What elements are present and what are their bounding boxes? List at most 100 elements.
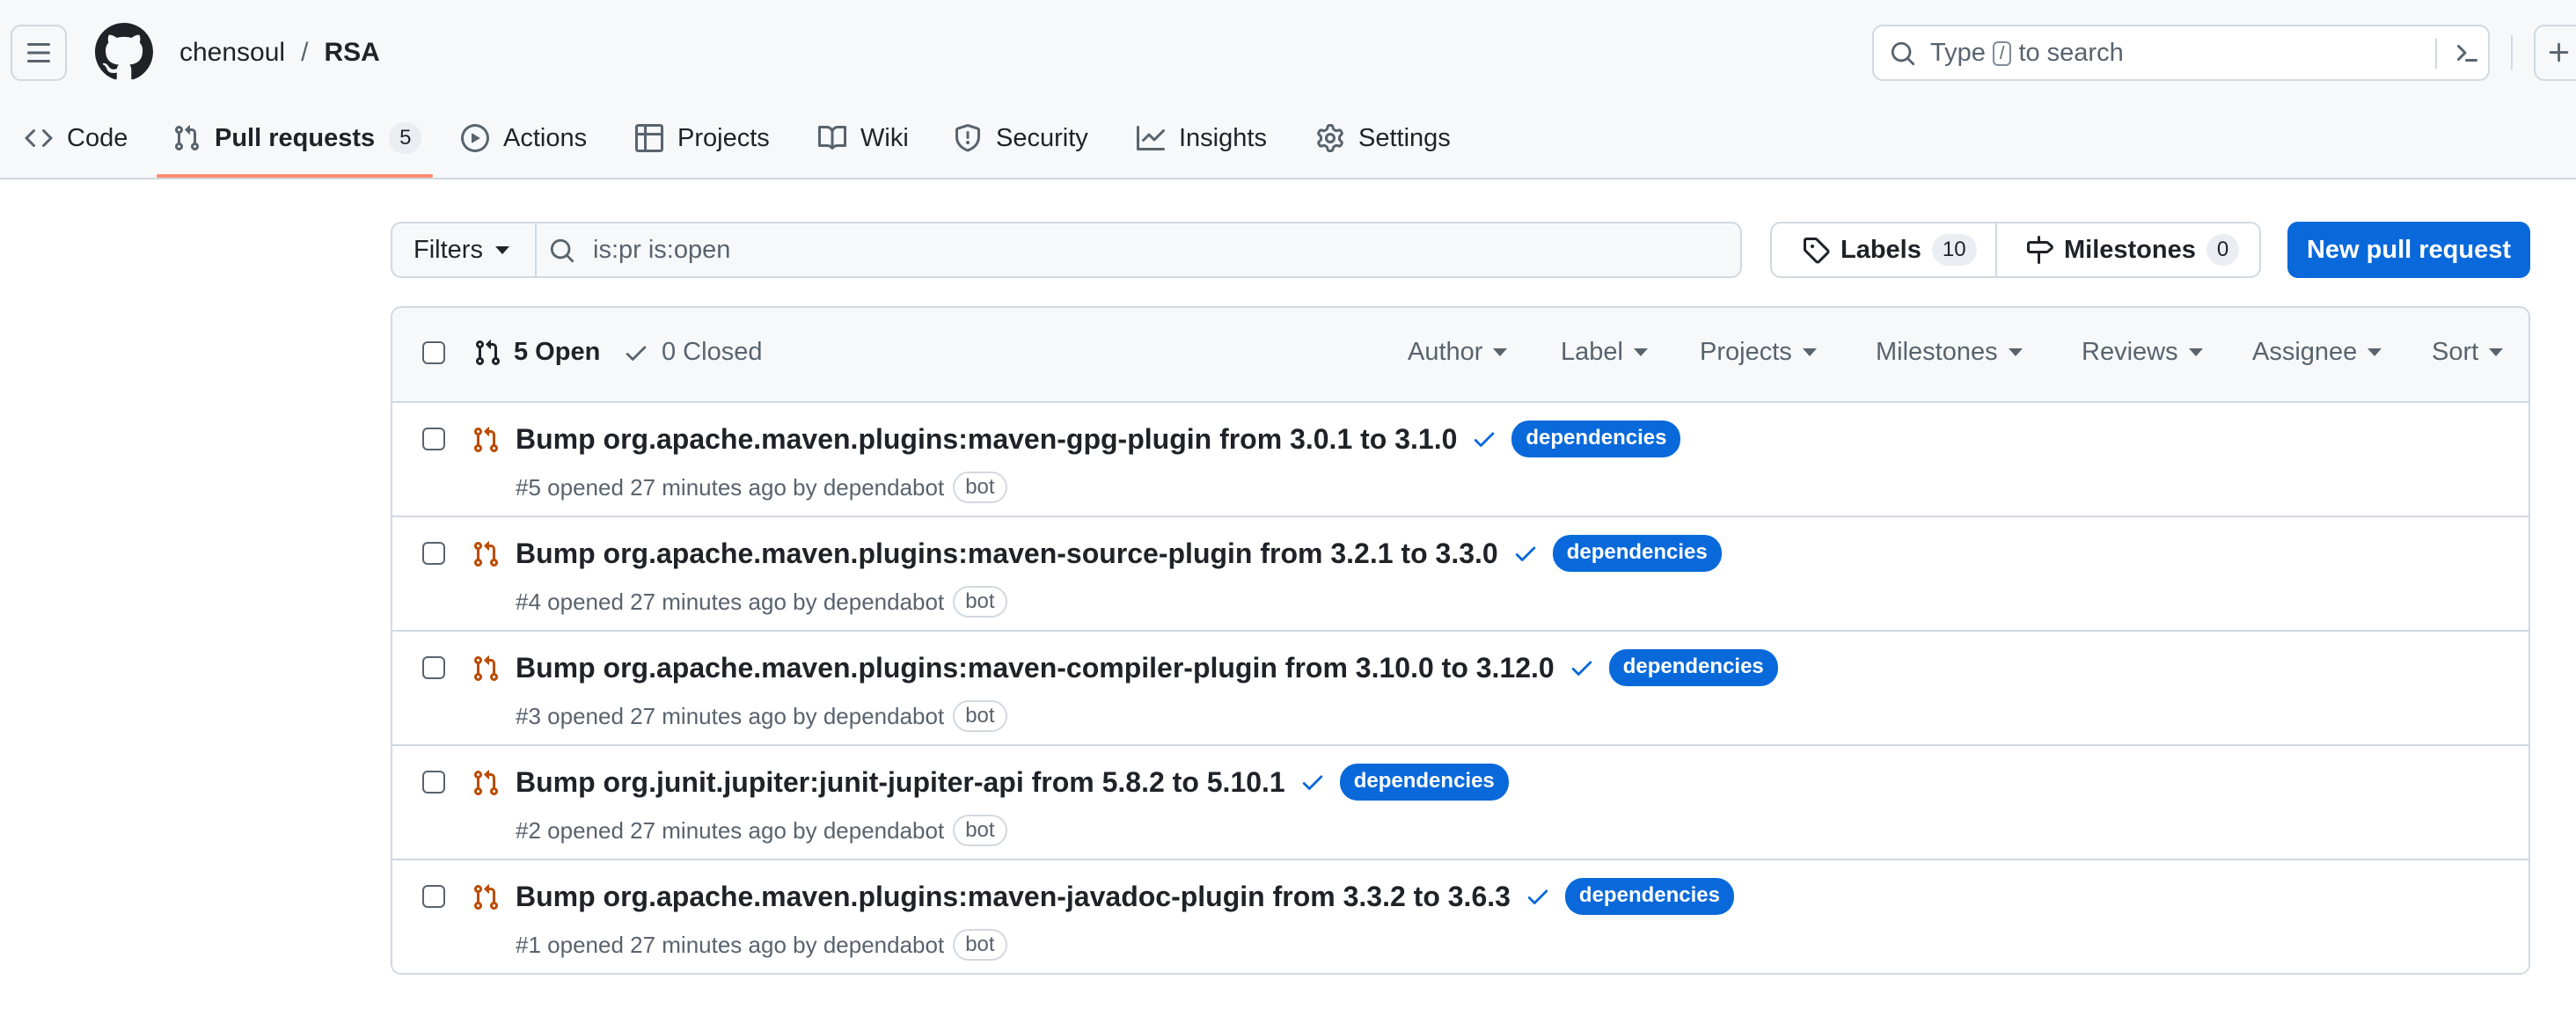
projects-dropdown-label: Projects (1700, 338, 1792, 366)
pull-requests-count-badge: 5 (389, 122, 422, 154)
check-icon[interactable] (1299, 769, 1326, 795)
search-placeholder: Type / to search (1930, 39, 2124, 68)
label-badge[interactable]: dependencies (1552, 535, 1722, 572)
author-dropdown[interactable]: Author (1408, 338, 1508, 367)
select-all-checkbox[interactable] (422, 341, 445, 364)
row-checkbox[interactable] (422, 656, 445, 679)
table-row: Bump org.apache.maven.plugins:maven-java… (392, 860, 2528, 973)
global-search-input[interactable]: Type / to search (1872, 25, 2490, 81)
create-new-button[interactable] (2534, 25, 2576, 81)
assignee-dropdown[interactable]: Assignee (2252, 338, 2382, 367)
row-checkbox[interactable] (422, 771, 445, 794)
pr-meta-text: #2 opened 27 minutes ago by dependabot (516, 816, 945, 844)
check-icon[interactable] (1471, 426, 1497, 452)
chevron-down-icon (494, 245, 509, 254)
pr-title-link[interactable]: Bump org.apache.maven.plugins:maven-comp… (516, 652, 1555, 684)
hamburger-icon (27, 43, 50, 62)
tab-settings-label: Settings (1358, 123, 1451, 152)
play-icon (461, 124, 489, 152)
milestones-button[interactable]: Milestones 0 (1995, 222, 2261, 278)
chevron-down-icon (2367, 348, 2382, 356)
milestones-dropdown[interactable]: Milestones (1876, 338, 2023, 367)
pr-title-link[interactable]: Bump org.apache.maven.plugins:maven-sour… (516, 538, 1498, 570)
plus-icon (2549, 42, 2569, 62)
search-placeholder-suffix: to search (2018, 39, 2124, 67)
pr-meta-text: #5 opened 27 minutes ago by dependabot (516, 473, 945, 501)
pr-meta-text: #4 opened 27 minutes ago by dependabot (516, 588, 945, 615)
tab-projects[interactable]: Projects (635, 113, 770, 179)
row-checkbox[interactable] (422, 428, 445, 450)
header-separator (2511, 35, 2513, 70)
projects-dropdown[interactable]: Projects (1700, 338, 1817, 367)
book-icon (818, 125, 846, 150)
chevron-down-icon (2008, 348, 2023, 356)
label-badge[interactable]: dependencies (1564, 878, 1734, 915)
reviews-dropdown-label: Reviews (2082, 338, 2178, 366)
repo-owner-link[interactable]: chensoul (179, 35, 285, 70)
pr-title-line: Bump org.junit.jupiter:junit-jupiter-api… (516, 764, 1509, 801)
tab-wiki-label: Wiki (860, 123, 909, 152)
row-checkbox[interactable] (422, 542, 445, 565)
reviews-dropdown[interactable]: Reviews (2082, 338, 2203, 367)
bot-badge: bot (953, 929, 1007, 961)
tab-security[interactable]: Security (954, 113, 1088, 179)
new-pull-request-button[interactable]: New pull request (2287, 222, 2530, 278)
table-row: Bump org.apache.maven.plugins:maven-sour… (392, 517, 2528, 632)
tab-insights[interactable]: Insights (1137, 113, 1267, 179)
chevron-down-icon (1802, 348, 1817, 356)
breadcrumb-separator: / (301, 38, 309, 67)
table-row: Bump org.junit.jupiter:junit-jupiter-api… (392, 746, 2528, 860)
pr-meta: #2 opened 27 minutes ago by dependabot b… (516, 815, 1007, 846)
pr-meta-text: #3 opened 27 minutes ago by dependabot (516, 702, 945, 729)
global-header: chensoul / RSA Type / to search Code Pul… (0, 0, 2576, 179)
label-dropdown-label: Label (1561, 338, 1623, 366)
pull-request-open-icon (473, 770, 499, 796)
row-checkbox[interactable] (422, 885, 445, 908)
search-divider (2435, 39, 2437, 69)
menu-button[interactable] (11, 25, 67, 81)
search-icon (550, 238, 574, 263)
label-badge[interactable]: dependencies (1511, 421, 1681, 457)
search-icon (1891, 41, 1915, 66)
table-row: Bump org.apache.maven.plugins:maven-comp… (392, 632, 2528, 746)
label-badge[interactable]: dependencies (1339, 764, 1509, 801)
labels-button-label: Labels (1841, 235, 1921, 264)
milestone-icon (2027, 236, 2053, 264)
active-tab-underline (157, 174, 433, 178)
pr-filter-input[interactable]: is:pr is:open (535, 222, 1742, 278)
tab-code[interactable]: Code (25, 113, 128, 179)
pr-filter-query: is:pr is:open (593, 236, 731, 264)
pr-title-link[interactable]: Bump org.junit.jupiter:junit-jupiter-api… (516, 766, 1285, 799)
open-filter-link[interactable]: 5 Open (473, 338, 600, 367)
repo-breadcrumb: chensoul / RSA (179, 35, 380, 70)
label-badge[interactable]: dependencies (1608, 649, 1778, 686)
tab-settings[interactable]: Settings (1316, 113, 1451, 179)
tab-code-label: Code (67, 123, 128, 152)
bot-badge: bot (953, 586, 1007, 618)
assignee-dropdown-label: Assignee (2252, 338, 2358, 366)
github-logo-icon[interactable] (95, 23, 153, 81)
sort-dropdown[interactable]: Sort (2432, 338, 2504, 367)
pr-title-link[interactable]: Bump org.apache.maven.plugins:maven-gpg-… (516, 423, 1457, 456)
check-icon[interactable] (1512, 540, 1539, 567)
repo-name-link[interactable]: RSA (324, 35, 379, 70)
pr-title-link[interactable]: Bump org.apache.maven.plugins:maven-java… (516, 881, 1511, 913)
labels-button[interactable]: Labels 10 (1770, 222, 1997, 278)
command-palette-icon[interactable] (2451, 39, 2479, 67)
gear-icon (1317, 124, 1343, 152)
milestones-count-badge: 0 (2206, 234, 2240, 266)
tab-wiki[interactable]: Wiki (818, 113, 909, 179)
tab-projects-label: Projects (677, 123, 770, 152)
check-icon (626, 346, 647, 361)
code-icon (25, 128, 53, 148)
tab-pull-requests[interactable]: Pull requests 5 (172, 113, 422, 179)
check-icon[interactable] (1525, 883, 1551, 910)
filters-button[interactable]: Filters (391, 222, 537, 278)
shield-icon (955, 124, 980, 152)
tag-icon (1804, 238, 1830, 264)
label-dropdown[interactable]: Label (1561, 338, 1648, 367)
tab-actions[interactable]: Actions (461, 113, 587, 179)
chevron-down-icon (2489, 348, 2504, 356)
check-icon[interactable] (1569, 655, 1595, 681)
closed-filter-link[interactable]: 0 Closed (623, 338, 762, 367)
